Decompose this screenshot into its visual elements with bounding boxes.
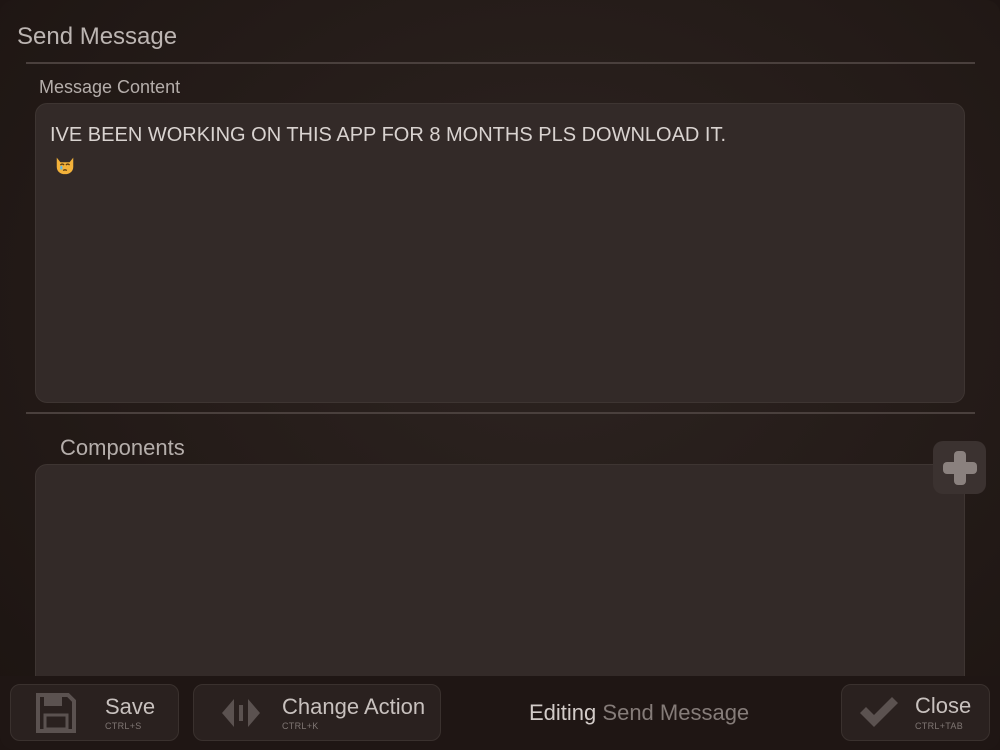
message-content-textarea[interactable]: IVE BEEN WORKING ON THIS APP FOR 8 MONTH… [35,103,965,403]
editing-status-action: Send Message [602,700,750,725]
close-shortcut: CTRL+TAB [915,721,963,731]
close-button[interactable]: Close CTRL+TAB [841,684,990,741]
message-content-text: IVE BEEN WORKING ON THIS APP FOR 8 MONTH… [50,124,727,146]
components-list[interactable] [35,464,965,704]
close-label: Close [915,693,972,718]
change-action-button[interactable]: Change Action CTRL+K [193,684,441,741]
floppy-disk-icon [36,693,76,733]
swap-arrows-icon [222,699,260,727]
editing-status: Editing Send Message [529,700,749,726]
crying-cat-emoji-icon [56,157,74,175]
add-component-button[interactable] [933,441,986,494]
save-button[interactable]: Save CTRL+S [10,684,179,741]
title-divider [26,62,975,64]
change-action-shortcut: CTRL+K [282,721,319,731]
editing-status-prefix: Editing [529,700,597,725]
checkmark-icon [860,697,898,727]
message-content-label: Message Content [39,77,181,97]
components-label: Components [60,435,185,460]
plus-icon [942,450,977,485]
save-label: Save [105,694,156,719]
section-divider [26,412,975,414]
change-action-label: Change Action [282,694,426,719]
dialog-title: Send Message [17,23,178,50]
send-message-dialog: Send Message Message Content IVE BEEN WO… [0,0,1000,750]
save-shortcut: CTRL+S [105,721,142,731]
